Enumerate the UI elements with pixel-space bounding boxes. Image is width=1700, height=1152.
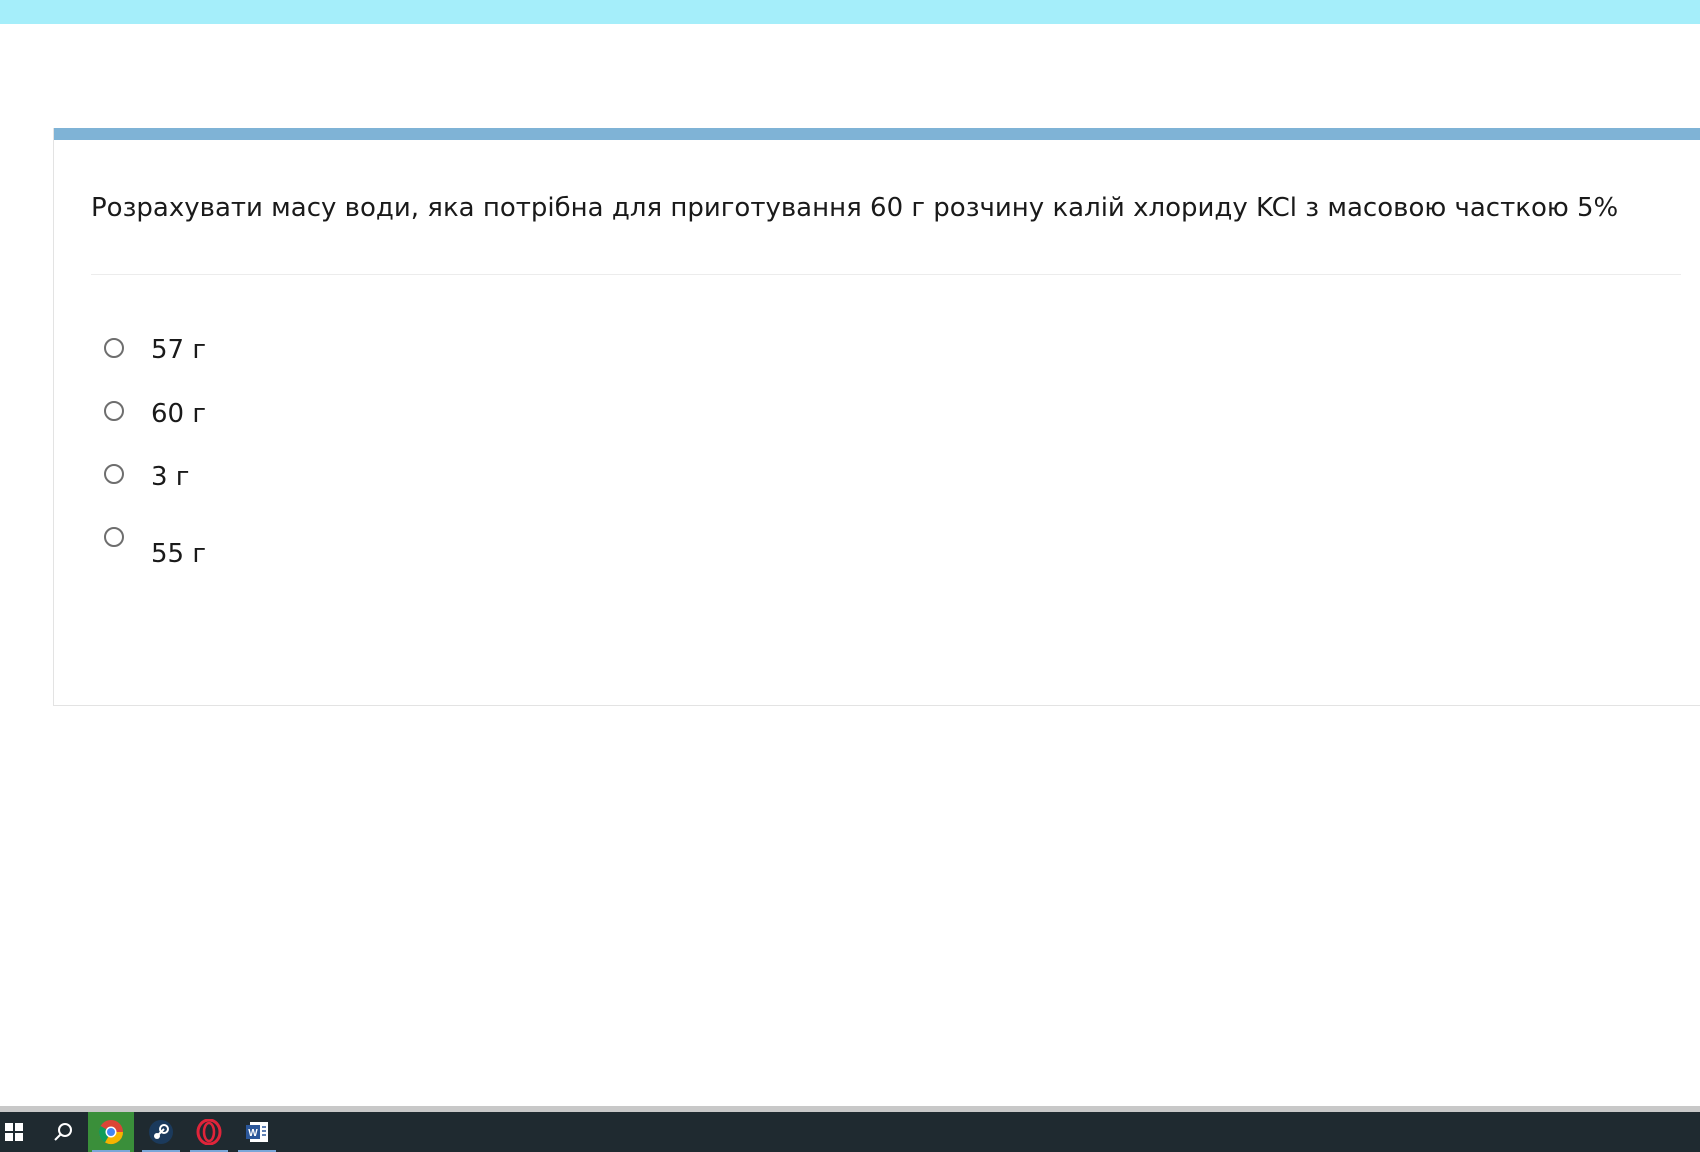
start-button[interactable] [0,1112,28,1152]
radio-button[interactable] [104,464,124,484]
answer-option-label[interactable]: 57 г [151,332,206,368]
windows-taskbar: W [0,1106,1700,1152]
browser-top-bar [0,0,1700,24]
svg-text:W: W [248,1128,258,1139]
radio-button[interactable] [104,401,124,421]
word-icon: W [246,1122,268,1142]
windows-start-icon [5,1123,23,1141]
taskbar-search-button[interactable] [40,1112,86,1152]
taskbar-word[interactable]: W [234,1112,280,1152]
answer-option-label[interactable]: 3 г [151,459,189,495]
steam-icon [149,1120,173,1144]
radio-button[interactable] [104,527,124,547]
taskbar-steam[interactable] [138,1112,184,1152]
answer-option-label[interactable]: 60 г [151,396,206,432]
answer-option-label[interactable]: 55 г [151,536,206,572]
question-text: Розрахувати масу води, яка потрібна для … [91,193,1619,223]
chrome-icon [98,1120,123,1145]
search-icon [54,1123,72,1141]
question-divider [91,274,1681,275]
page: Розрахувати масу води, яка потрібна для … [0,0,1700,1152]
opera-icon [196,1119,222,1145]
card-accent-bar [54,128,1700,140]
taskbar-chrome[interactable] [88,1112,134,1152]
quiz-card: Розрахувати масу води, яка потрібна для … [53,128,1700,706]
radio-button[interactable] [104,338,124,358]
taskbar-opera[interactable] [186,1112,232,1152]
